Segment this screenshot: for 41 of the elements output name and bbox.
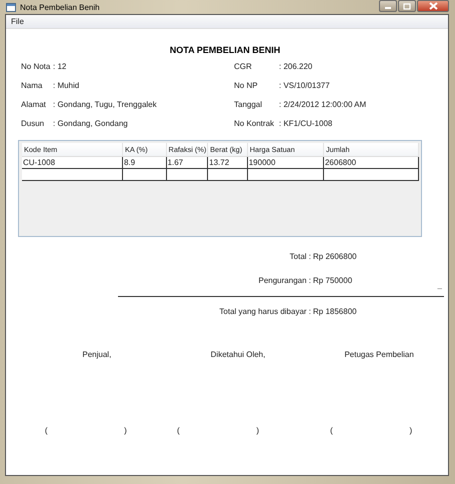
close-parenthesis: ) <box>409 426 412 435</box>
field-value: : KF1/CU-1008 <box>279 118 332 128</box>
field-label: Nama <box>21 80 44 90</box>
total-label: Pengurangan : <box>258 276 312 285</box>
total-label: Total : <box>288 252 312 260</box>
field-value: : VS/10/01377 <box>279 80 330 90</box>
field-label: Alamat <box>21 100 47 108</box>
total-value: Rp 2606800 <box>313 252 357 260</box>
open-parenthesis: ( <box>330 426 333 435</box>
field-value: : Gondang, Tugu, Trenggalek <box>53 100 157 108</box>
close-icon <box>428 2 438 10</box>
total-label: Total yang harus dibayar : <box>218 306 312 316</box>
field-label: Tanggal <box>234 100 264 108</box>
maximize-button[interactable] <box>398 0 416 12</box>
field-label: CGR <box>234 62 253 70</box>
field-value: : 206.220 <box>279 62 312 70</box>
field-label: Dusun <box>21 118 46 128</box>
field-value: : Muhid <box>53 80 80 90</box>
field-value: : Gondang, Gondang <box>53 118 128 128</box>
window-icon <box>6 2 16 12</box>
signature-label: Diketahui Oleh, <box>210 350 266 359</box>
field-label: No Kontrak <box>234 118 276 128</box>
field-label: No NP <box>234 80 259 90</box>
close-button[interactable] <box>417 0 449 12</box>
maximize-icon <box>403 2 411 10</box>
open-parenthesis: ( <box>44 426 48 435</box>
close-parenthesis: ) <box>256 426 259 435</box>
minus-sign: _ <box>438 281 442 290</box>
total-value: Rp 750000 <box>313 276 352 285</box>
field-label: No Nota <box>21 62 52 70</box>
window-title: Nota Pembelian Benih <box>20 2 100 12</box>
signature-label: Penjual, <box>82 350 112 359</box>
close-parenthesis: ) <box>124 426 127 435</box>
field-value: : 2/24/2012 12:00:00 AM <box>279 100 366 108</box>
total-value: Rp 1856800 <box>313 306 357 316</box>
menu-item[interactable]: File <box>8 17 27 26</box>
minimize-button[interactable] <box>379 0 397 12</box>
open-parenthesis: ( <box>177 426 180 435</box>
signature-label: Petugas Pembelian <box>344 350 414 359</box>
field-value: : 12 <box>53 62 66 70</box>
report-heading: NOTA PEMBELIAN BENIH <box>168 45 282 55</box>
